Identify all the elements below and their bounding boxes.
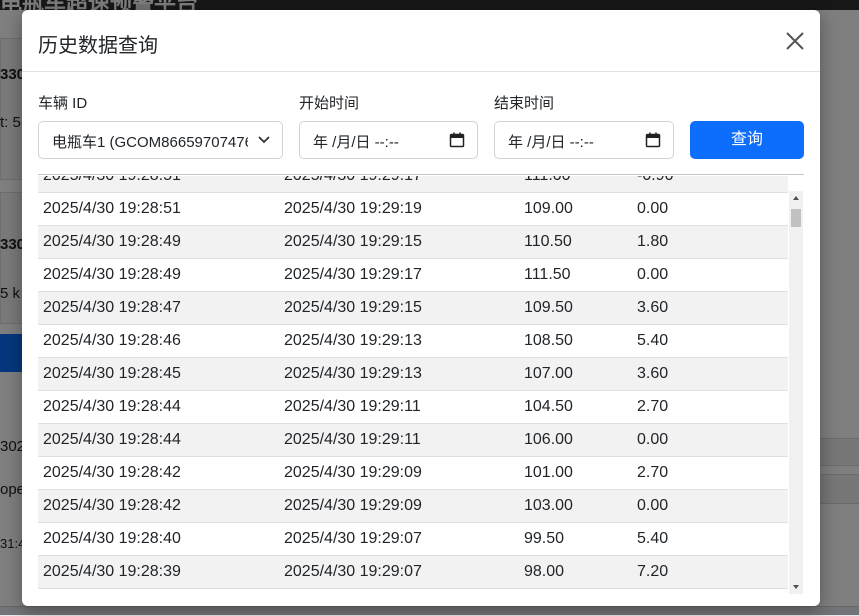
table-cell: 106.00 (524, 431, 573, 448)
table-cell: 2025/4/30 19:28:42 (43, 464, 181, 481)
table-cell: 2025/4/30 19:28:44 (43, 431, 181, 448)
table-cell: 111.50 (524, 266, 571, 283)
triangle-up-icon[interactable] (789, 191, 803, 205)
table-cell: 98.00 (524, 563, 565, 580)
table-cell: 99.50 (524, 530, 565, 547)
table-cell: 2025/4/30 19:28:39 (43, 563, 181, 580)
modal-title: 历史数据查询 (38, 35, 158, 57)
table-cell: 2025/4/30 19:28:49 (43, 266, 181, 283)
table-cell: 2025/4/30 19:28:46 (43, 332, 181, 349)
table-cell: 3.60 (637, 365, 669, 382)
table-cell: 110.50 (524, 233, 572, 250)
start-time-input[interactable]: 年 /月/日 --:-- (299, 121, 478, 159)
table-cell: 2025/4/30 19:28:44 (43, 398, 181, 415)
table-cell: 2025/4/30 19:28:42 (43, 497, 181, 514)
table-cell: 0.00 (637, 431, 669, 448)
end-time-placeholder: 年 /月/日 --:-- (508, 134, 594, 151)
table-cell: 2025/4/30 19:29:13 (284, 365, 422, 382)
table-cell: 2025/4/30 19:28:51 (43, 176, 181, 185)
table-cell: 104.50 (524, 398, 573, 415)
table-row: 2025/4/30 19:28:40 2025/4/30 19:29:07 99.5… (38, 523, 788, 556)
query-button[interactable]: 查询 (690, 121, 804, 159)
table-cell: 2025/4/30 19:29:09 (284, 464, 422, 481)
table-cell: 2025/4/30 19:28:40 (43, 530, 181, 547)
table-cell: 2025/4/30 19:28:45 (43, 365, 181, 382)
table-cell: 2025/4/30 19:29:13 (284, 332, 422, 349)
close-button[interactable] (782, 28, 808, 54)
vehicle-select[interactable]: 电瓶车1 (GCOM86659707476) (38, 121, 283, 159)
table-cell: 7.20 (637, 563, 669, 580)
table-cell: 2025/4/30 19:29:07 (284, 563, 422, 580)
start-time-placeholder: 年 /月/日 --:-- (313, 134, 399, 151)
table-cell: 2025/4/30 19:29:19 (284, 200, 422, 217)
table-cell: 2025/4/30 19:29:15 (284, 233, 422, 250)
table-cell: 2025/4/30 19:29:11 (284, 431, 421, 448)
table-cell: 2025/4/30 19:29:17 (284, 176, 422, 185)
table-cell: 109.00 (524, 200, 573, 217)
start-time-label: 开始时间 (299, 95, 360, 112)
modal-header: 历史数据查询 (22, 10, 820, 72)
vehicle-id-label: 车辆 ID (38, 95, 88, 112)
table-row: 2025/4/30 19:28:51 2025/4/30 19:29:19 109.… (38, 193, 788, 226)
triangle-down-icon[interactable] (789, 580, 803, 594)
table-row: 2025/4/30 19:28:42 2025/4/30 19:29:09 103.… (38, 490, 788, 523)
table-row: 2025/4/30 19:28:49 2025/4/30 19:29:17 111.… (38, 259, 788, 292)
end-time-input[interactable]: 年 /月/日 --:-- (494, 121, 674, 159)
table-row: 2025/4/30 19:28:42 2025/4/30 19:29:09 101.… (38, 457, 788, 490)
calendar-icon[interactable] (449, 132, 465, 148)
table-cell: 2025/4/30 19:29:07 (284, 530, 422, 547)
table-cell: 2.70 (637, 464, 669, 481)
table-row: 2025/4/30 19:28:47 2025/4/30 19:29:15 109.… (38, 292, 788, 325)
table-cell: 1.80 (637, 233, 669, 250)
table-cell: 2025/4/30 19:29:11 (284, 398, 421, 415)
table-row: 2025/4/30 19:28:44 2025/4/30 19:29:11 104.… (38, 391, 788, 424)
table-cell: 2025/4/30 19:29:09 (284, 497, 422, 514)
table-cell: 2025/4/30 19:28:47 (43, 299, 181, 316)
table-cell: 103.00 (524, 497, 573, 514)
table-cell: 108.50 (524, 332, 573, 349)
table-row: 2025/4/30 19:28:46 2025/4/30 19:29:13 108.… (38, 325, 788, 358)
table-cell: 2025/4/30 19:28:49 (43, 233, 181, 250)
end-time-label: 结束时间 (494, 95, 555, 112)
table-cell: 109.50 (524, 299, 573, 316)
table-cell: 5.40 (637, 530, 669, 547)
table-scrollbar[interactable] (789, 191, 803, 594)
scrollbar-thumb[interactable] (791, 209, 801, 227)
table-row: 2025/4/30 19:28:45 2025/4/30 19:29:13 107.… (38, 358, 788, 391)
table-row: 2025/4/30 19:28:44 2025/4/30 19:29:11 106.… (38, 424, 788, 457)
table-cell: 111.00 (524, 176, 571, 185)
calendar-icon[interactable] (645, 132, 661, 148)
history-query-modal: 历史数据查询 车辆 ID 电瓶车1 (GCOM86659707476) 开始时间… (22, 10, 820, 606)
table-cell: 2025/4/30 19:29:15 (284, 299, 422, 316)
table-row: 2025/4/30 19:28:51 2025/4/30 19:29:17 111.… (38, 176, 788, 193)
chevron-down-icon (258, 136, 270, 144)
table-cell: 3.60 (637, 299, 669, 316)
close-icon (786, 32, 804, 50)
vehicle-select-value: 电瓶车1 (GCOM86659707476) (52, 134, 248, 151)
table-body: 2025/4/30 19:28:51 2025/4/30 19:29:17 111.… (38, 176, 788, 589)
table-cell: 0.00 (637, 266, 669, 283)
table-row: 2025/4/30 19:28:49 2025/4/30 19:29:15 110.… (38, 226, 788, 259)
divider (38, 174, 804, 175)
table-cell: 0.00 (637, 200, 669, 217)
history-table[interactable]: 2025/4/30 19:28:51 2025/4/30 19:29:17 111.… (38, 176, 788, 594)
table-cell: 107.00 (524, 365, 573, 382)
table-cell: -0.90 (637, 176, 673, 185)
table-cell: 5.40 (637, 332, 669, 349)
table-cell: 101.00 (524, 464, 573, 481)
table-cell: 0.00 (637, 497, 669, 514)
table-row: 2025/4/30 19:28:39 2025/4/30 19:29:07 98.0… (38, 556, 788, 589)
table-cell: 2025/4/30 19:28:51 (43, 200, 181, 217)
table-cell: 2025/4/30 19:29:17 (284, 266, 422, 283)
table-cell: 2.70 (637, 398, 669, 415)
